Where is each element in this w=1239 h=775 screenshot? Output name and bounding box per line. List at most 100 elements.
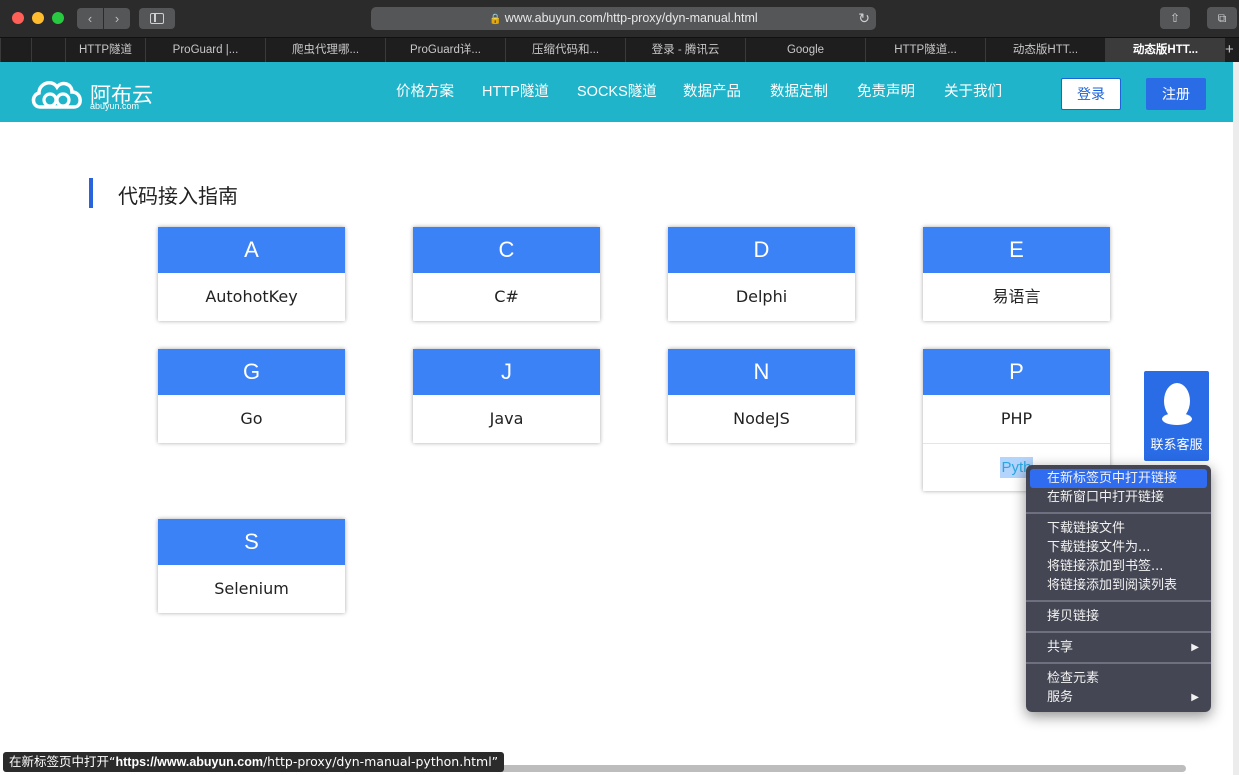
menu-inspect-element[interactable]: 检查元素 xyxy=(1026,669,1211,688)
menu-services[interactable]: 服务 ▶ xyxy=(1026,688,1211,707)
tab-label: Google xyxy=(786,44,825,56)
menu-download-link[interactable]: 下载链接文件 xyxy=(1026,519,1211,538)
customer-service-widget[interactable]: 联系客服 xyxy=(1144,371,1209,461)
submenu-arrow-icon: ▶ xyxy=(1191,692,1199,703)
card-letter: G xyxy=(158,349,345,395)
sidebar-toggle-button[interactable] xyxy=(139,8,175,29)
menu-separator xyxy=(1026,631,1211,633)
menu-open-in-new-tab[interactable]: 在新标签页中打开链接 xyxy=(1030,469,1207,488)
site-header: 阿布云 abuyun.com 价格方案 HTTP隧道 SOCKS隧道 数据产品 … xyxy=(0,62,1233,122)
nav-data-custom[interactable]: 数据定制 xyxy=(770,62,828,122)
horizontal-scrollbar[interactable] xyxy=(470,765,1186,772)
menu-separator xyxy=(1026,662,1211,664)
card-letter: A xyxy=(158,227,345,273)
language-card-e: E 易语言 xyxy=(923,227,1110,321)
card-link-easy-language[interactable]: 易语言 xyxy=(923,273,1110,321)
tab-bar: HTTP隧道 ProGuard |... 爬虫代理哪... ProGuard详.… xyxy=(0,37,1239,62)
register-button[interactable]: 注册 xyxy=(1146,78,1206,110)
tab-http-tunnel[interactable]: HTTP隧道 xyxy=(65,38,145,62)
vertical-scrollbar[interactable] xyxy=(1233,62,1239,775)
card-link-php[interactable]: PHP xyxy=(923,395,1110,443)
tab-overview-icon: ⧉ xyxy=(1217,11,1227,25)
tab-dynamic-http-active[interactable]: 动态版HTT... xyxy=(1105,38,1225,62)
tab-proguard-detail[interactable]: ProGuard详... xyxy=(385,38,505,62)
tab-pinned[interactable] xyxy=(0,38,31,62)
language-card-a: A AutohotKey xyxy=(158,227,345,321)
address-bar[interactable]: 🔒 www.abuyun.com/http-proxy/dyn-manual.ht… xyxy=(371,7,876,30)
sidebar-icon xyxy=(150,13,164,24)
tab-label: ProGuard详... xyxy=(410,44,481,56)
tab-google[interactable]: Google xyxy=(745,38,865,62)
nav-disclaimer[interactable]: 免责声明 xyxy=(857,62,915,122)
login-button[interactable]: 登录 xyxy=(1061,78,1121,110)
card-link-go[interactable]: Go xyxy=(158,395,345,443)
card-letter: D xyxy=(668,227,855,273)
language-card-c: C C# xyxy=(413,227,600,321)
menu-separator xyxy=(1026,600,1211,602)
card-link-delphi[interactable]: Delphi xyxy=(668,273,855,321)
status-prefix: 在新标签页中打开“ xyxy=(9,754,116,769)
tab-overview-button[interactable]: ⧉ xyxy=(1207,7,1237,29)
language-card-d: D Delphi xyxy=(668,227,855,321)
tab-compress-code[interactable]: 压缩代码和... xyxy=(505,38,625,62)
tab-crawler-proxy[interactable]: 爬虫代理哪... xyxy=(265,38,385,62)
menu-separator xyxy=(1026,512,1211,514)
menu-download-link-as[interactable]: 下载链接文件为... xyxy=(1026,538,1211,557)
menu-open-in-new-window[interactable]: 在新窗口中打开链接 xyxy=(1026,488,1211,507)
section-title: 代码接入指南 xyxy=(118,184,238,208)
share-icon: ⇧ xyxy=(1169,11,1181,25)
nav-socks-tunnel[interactable]: SOCKS隧道 xyxy=(577,62,657,122)
card-letter: N xyxy=(668,349,855,395)
nav-about[interactable]: 关于我们 xyxy=(944,62,1002,122)
language-card-s: S Selenium xyxy=(158,519,345,613)
card-link-csharp[interactable]: C# xyxy=(413,273,600,321)
forward-button[interactable]: › xyxy=(104,8,130,29)
language-card-n: N NodeJS xyxy=(668,349,855,443)
tab-label: 登录 - 腾讯云 xyxy=(651,44,720,56)
menu-share[interactable]: 共享 ▶ xyxy=(1026,638,1211,657)
card-link-selenium[interactable]: Selenium xyxy=(158,565,345,613)
new-tab-icon[interactable]: + xyxy=(1225,38,1239,62)
nav-data-products[interactable]: 数据产品 xyxy=(683,62,741,122)
language-card-g: G Go xyxy=(158,349,345,443)
abuyun-logo[interactable]: 阿布云 abuyun.com xyxy=(30,73,160,113)
tab-pinned-2[interactable] xyxy=(31,38,65,62)
browser-title-bar: ‹ › 🔒 www.abuyun.com/http-proxy/dyn-manua… xyxy=(0,0,1239,37)
tab-dynamic-http[interactable]: 动态版HTT... xyxy=(985,38,1105,62)
status-suffix: /http-proxy/dyn-manual-python.html” xyxy=(262,754,499,769)
share-button[interactable]: ⇧ xyxy=(1160,7,1190,29)
card-letter: C xyxy=(413,227,600,273)
card-letter: E xyxy=(923,227,1110,273)
link-status-bar: 在新标签页中打开“https://www.abuyun.com/http-pro… xyxy=(3,752,505,772)
context-menu: 在新标签页中打开链接 在新窗口中打开链接 下载链接文件 下载链接文件为... 将… xyxy=(1026,465,1211,712)
nav-http-tunnel[interactable]: HTTP隧道 xyxy=(482,62,549,122)
tab-proguard[interactable]: ProGuard |... xyxy=(145,38,265,62)
back-button[interactable]: ‹ xyxy=(77,8,103,29)
status-url-host: https://www.abuyun.com xyxy=(115,755,263,769)
card-link-autohotkey[interactable]: AutohotKey xyxy=(158,273,345,321)
nav-pricing[interactable]: 价格方案 xyxy=(396,62,454,122)
reload-icon[interactable]: ↻ xyxy=(858,7,870,30)
card-link-nodejs[interactable]: NodeJS xyxy=(668,395,855,443)
section-accent-bar xyxy=(89,178,93,208)
lock-icon: 🔒 xyxy=(489,14,502,25)
menu-share-label: 共享 xyxy=(1047,640,1074,655)
menu-add-bookmark[interactable]: 将链接添加到书签... xyxy=(1026,557,1211,576)
menu-add-reading-list[interactable]: 将链接添加到阅读列表 xyxy=(1026,576,1211,595)
card-link-java[interactable]: Java xyxy=(413,395,600,443)
card-letter: P xyxy=(923,349,1110,395)
close-window-button[interactable] xyxy=(12,12,24,24)
tab-label: 动态版HTT... xyxy=(1132,44,1199,56)
tab-tencent-login[interactable]: 登录 - 腾讯云 xyxy=(625,38,745,62)
cloud-logo-icon xyxy=(31,81,82,109)
tab-label: HTTP隧道 xyxy=(78,44,133,56)
zoom-window-button[interactable] xyxy=(52,12,64,24)
tab-http-tunnel-2[interactable]: HTTP隧道... xyxy=(865,38,985,62)
card-letter: J xyxy=(413,349,600,395)
logo-domain: abuyun.com xyxy=(90,101,140,111)
chevron-left-icon: ‹ xyxy=(87,11,93,26)
menu-copy-link[interactable]: 拷贝链接 xyxy=(1026,607,1211,626)
url-text: www.abuyun.com/http-proxy/dyn-manual.htm… xyxy=(504,11,758,25)
minimize-window-button[interactable] xyxy=(32,12,44,24)
card-letter: S xyxy=(158,519,345,565)
